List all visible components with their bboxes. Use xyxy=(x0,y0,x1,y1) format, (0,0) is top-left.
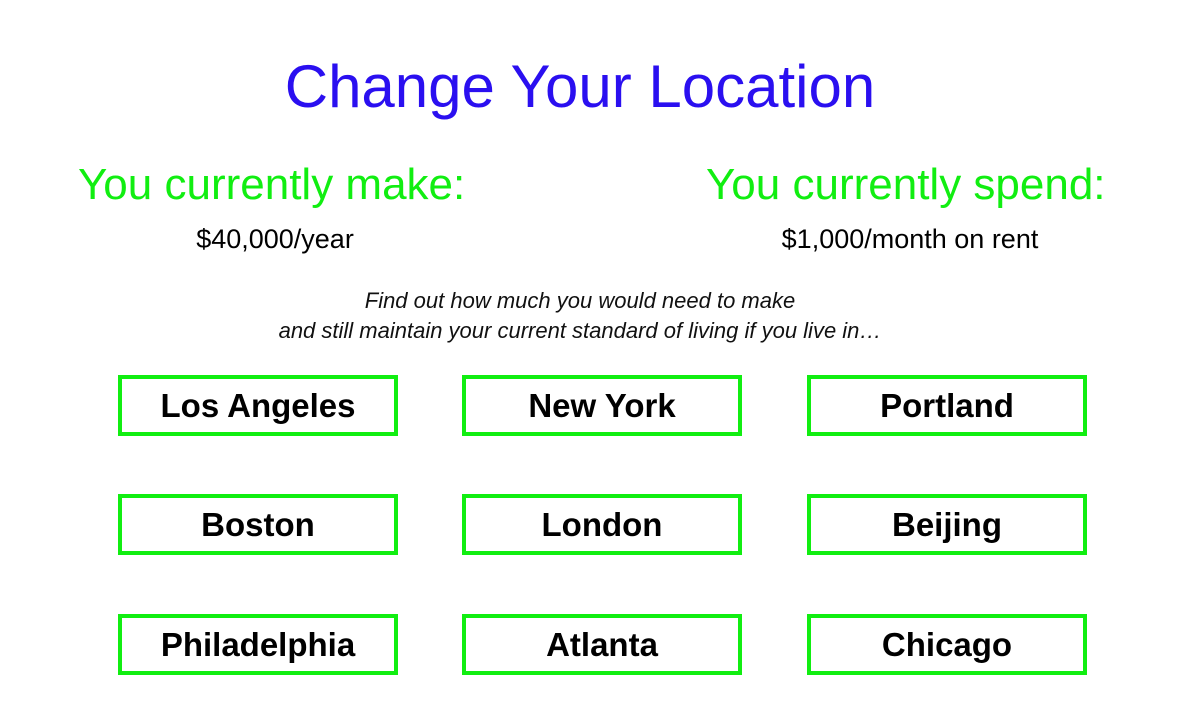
instruction-line-1: Find out how much you would need to make xyxy=(364,288,796,313)
income-heading: You currently make: xyxy=(78,160,466,209)
city-button-london[interactable]: London xyxy=(462,494,742,555)
city-button-portland[interactable]: Portland xyxy=(807,375,1087,436)
page-title: Change Your Location xyxy=(284,53,876,120)
city-button-beijing[interactable]: Beijing xyxy=(807,494,1087,555)
city-button-atlanta[interactable]: Atlanta xyxy=(462,614,742,675)
spending-heading: You currently spend: xyxy=(706,160,1106,209)
city-button-philadelphia[interactable]: Philadelphia xyxy=(118,614,398,675)
city-button-boston[interactable]: Boston xyxy=(118,494,398,555)
city-button-chicago[interactable]: Chicago xyxy=(807,614,1087,675)
instruction-text: Find out how much you would need to make… xyxy=(0,286,1160,346)
city-button-grid: Los Angeles New York Portland Boston Lon… xyxy=(118,374,1094,684)
city-button-los-angeles[interactable]: Los Angeles xyxy=(118,375,398,436)
spending-value: $1,000/month on rent xyxy=(781,224,1039,254)
instruction-line-2: and still maintain your current standard… xyxy=(278,318,882,343)
city-button-new-york[interactable]: New York xyxy=(462,375,742,436)
income-value: $40,000/year xyxy=(196,224,354,254)
